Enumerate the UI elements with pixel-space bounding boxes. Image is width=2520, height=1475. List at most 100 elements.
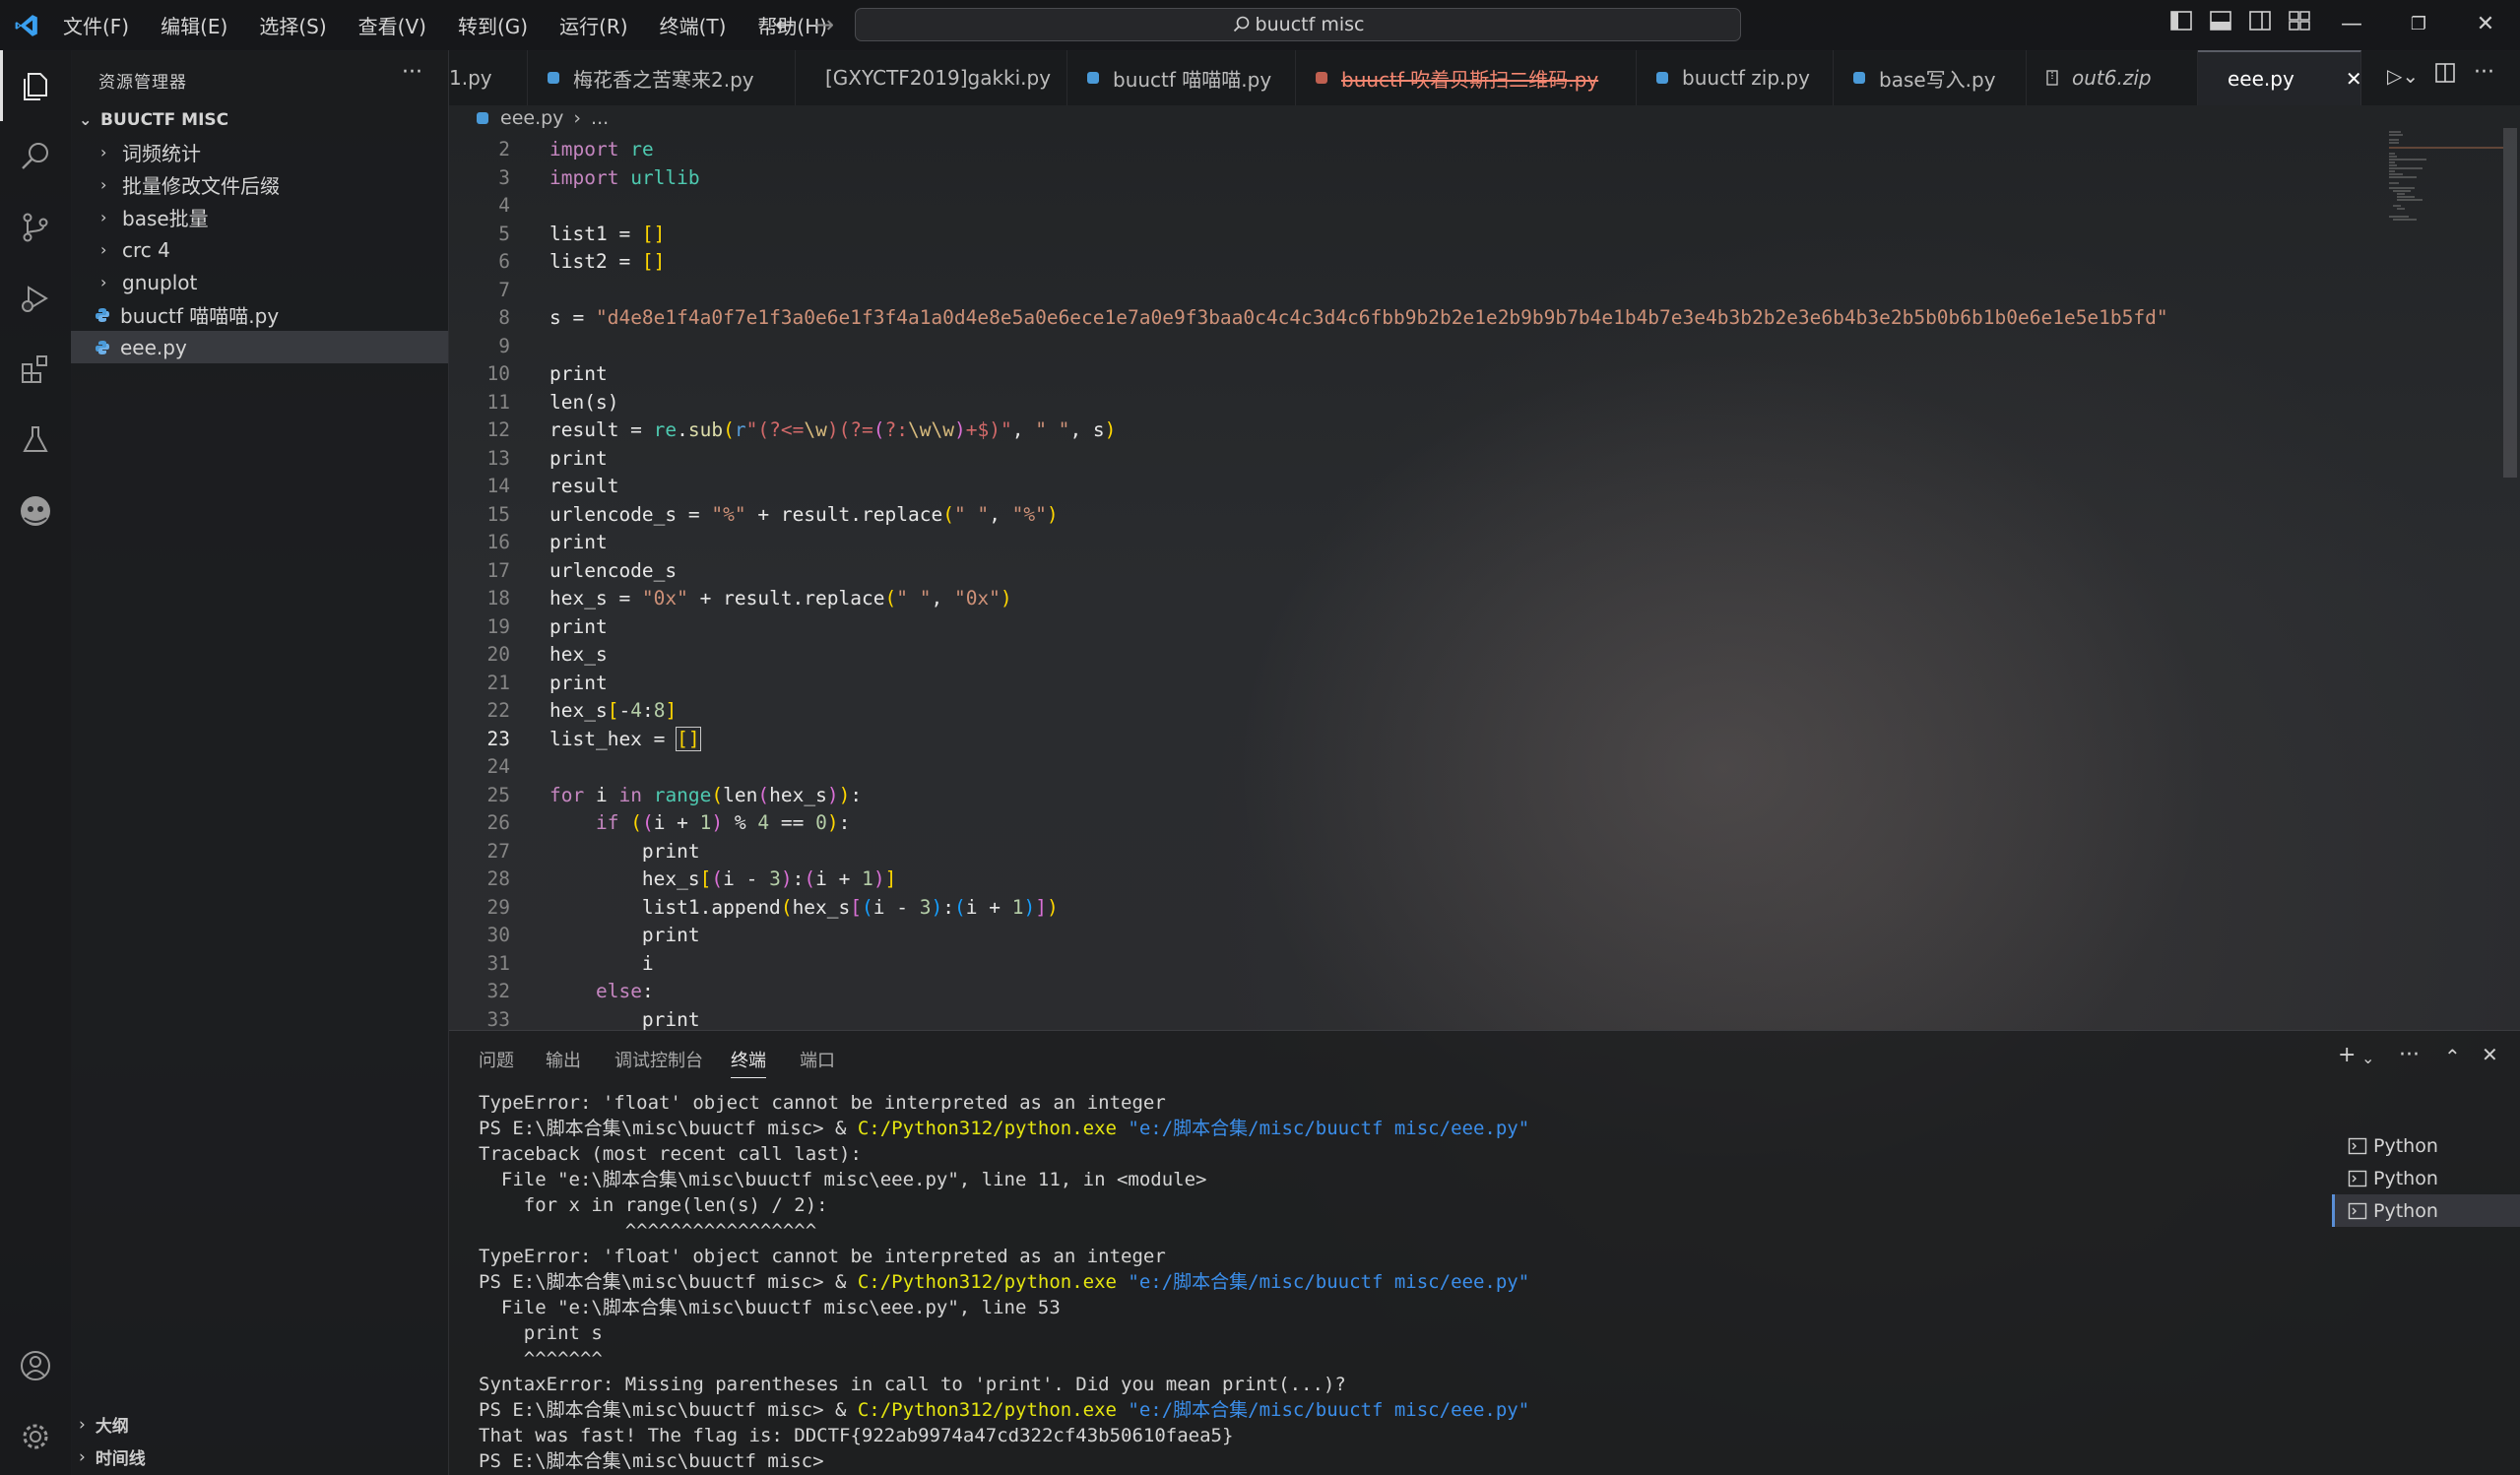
more-editor-actions-icon[interactable]: ··· bbox=[2474, 60, 2494, 85]
terminal-instance[interactable]: Python bbox=[2332, 1129, 2520, 1162]
close-panel-icon[interactable]: ✕ bbox=[2482, 1043, 2498, 1066]
toggle-primary-sidebar-icon[interactable] bbox=[2164, 10, 2199, 39]
tree-item-file-selected[interactable]: eee.py bbox=[71, 331, 448, 363]
panel-tab-terminal[interactable]: 终端 bbox=[731, 1047, 766, 1078]
command-center-search[interactable]: buuctf misc bbox=[855, 8, 1741, 41]
tab-eee-active[interactable]: eee.py ✕ bbox=[2198, 50, 2362, 105]
tab-gakki[interactable]: [GXYCTF2019]gakki.py bbox=[796, 50, 1067, 105]
more-actions-icon[interactable]: ··· bbox=[402, 60, 422, 85]
line-number: 13 bbox=[486, 446, 510, 470]
source-control-icon[interactable] bbox=[0, 192, 71, 263]
timeline-section[interactable]: › 时间线 bbox=[71, 1441, 456, 1473]
terminal-icon bbox=[2348, 1170, 2367, 1186]
line-number: 10 bbox=[486, 362, 510, 385]
maximize-panel-icon[interactable]: ⌃ bbox=[2444, 1045, 2461, 1068]
panel-tab-debug-console[interactable]: 调试控制台 bbox=[614, 1047, 703, 1072]
tree-item-folder[interactable]: › gnuplot bbox=[71, 266, 448, 298]
new-terminal-icon[interactable]: + bbox=[2338, 1043, 2356, 1067]
line-number: 19 bbox=[486, 614, 510, 638]
terminal-command-line: PS E:\脚本合集\misc\buuctf misc> & C:/Python… bbox=[479, 1118, 1530, 1139]
terminal-line: TypeError: 'float' object cannot be inte… bbox=[479, 1092, 1166, 1114]
back-arrow-icon[interactable]: ← bbox=[770, 10, 800, 39]
breadcrumb-symbol[interactable]: ... bbox=[591, 107, 609, 129]
menu-run[interactable]: 运行(R) bbox=[544, 11, 644, 39]
code-line: 28 hex_s[(i - 3):(i + 1)] bbox=[449, 866, 2497, 894]
toggle-panel-icon[interactable] bbox=[2203, 10, 2238, 39]
line-number: 16 bbox=[486, 531, 510, 553]
terminal-flag-line: That was fast! The flag is: DDCTF{922ab9… bbox=[479, 1425, 1234, 1446]
tree-item-folder[interactable]: › base批量 bbox=[71, 201, 448, 233]
line-number: 32 bbox=[486, 980, 510, 1002]
line-number: 17 bbox=[486, 558, 510, 582]
tab-label: 1.py bbox=[449, 66, 492, 90]
tab-qrcode-deleted[interactable]: buuctf 吹着贝斯扫二维码.py bbox=[1296, 50, 1637, 105]
chevron-right-icon: › bbox=[100, 143, 107, 161]
terminal-command-line: PS E:\脚本合集\misc\buuctf misc> & C:/Python… bbox=[479, 1271, 1530, 1293]
tab-meow[interactable]: buuctf 喵喵喵.py bbox=[1067, 50, 1296, 105]
code-line: 18 hex_s = "0x" + result.replace(" ", "0x… bbox=[449, 585, 2497, 613]
toggle-secondary-sidebar-icon[interactable] bbox=[2242, 10, 2278, 39]
tree-item-file[interactable]: buuctf 喵喵喵.py bbox=[71, 298, 448, 331]
testing-flask-icon[interactable] bbox=[0, 405, 71, 476]
code-line: 2 import re bbox=[449, 136, 2497, 164]
extensions-icon[interactable] bbox=[0, 334, 71, 405]
menu-terminal[interactable]: 终端(T) bbox=[644, 11, 743, 39]
tree-item-label: gnuplot bbox=[122, 270, 198, 294]
menu-edit[interactable]: 编辑(E) bbox=[145, 11, 243, 39]
run-python-file-icon[interactable]: ▷⌄ bbox=[2387, 64, 2419, 88]
menu-selection[interactable]: 选择(S) bbox=[243, 11, 342, 39]
tree-item-folder[interactable]: › 批量修改文件后缀 bbox=[71, 168, 448, 201]
settings-gear-icon[interactable] bbox=[0, 1401, 71, 1472]
panel-more-icon[interactable]: ··· bbox=[2399, 1043, 2420, 1067]
tab-base-write[interactable]: base写入.py bbox=[1834, 50, 2027, 105]
line-number: 7 bbox=[498, 278, 510, 301]
minimap[interactable] bbox=[2387, 128, 2505, 246]
panel-tab-ports[interactable]: 端口 bbox=[800, 1047, 835, 1072]
run-debug-icon[interactable] bbox=[0, 263, 71, 334]
terminal-dropdown-icon[interactable]: ⌄ bbox=[2361, 1049, 2374, 1067]
terminal-line: print s bbox=[479, 1322, 603, 1344]
tree-item-folder[interactable]: › 词频统计 bbox=[71, 136, 448, 168]
explorer-icon[interactable] bbox=[0, 50, 71, 121]
tab-out6-zip[interactable]: out6.zip bbox=[2027, 50, 2198, 105]
line-number: 28 bbox=[486, 867, 510, 890]
forward-arrow-icon[interactable]: → bbox=[809, 10, 839, 39]
restore-icon[interactable]: ❐ bbox=[2401, 10, 2436, 39]
tab-label: buuctf zip.py bbox=[1682, 66, 1810, 90]
breadcrumb-file[interactable]: eee.py bbox=[500, 107, 563, 129]
chevron-right-icon: › bbox=[79, 1414, 86, 1435]
line-number: 12 bbox=[486, 418, 510, 441]
panel-tab-problems[interactable]: 问题 bbox=[479, 1047, 514, 1072]
tree-item-folder[interactable]: › crc 4 bbox=[71, 233, 448, 266]
customize-layout-icon[interactable] bbox=[2282, 10, 2317, 39]
line-number: 9 bbox=[498, 334, 510, 357]
outline-section[interactable]: › 大纲 bbox=[71, 1408, 456, 1441]
search-view-icon[interactable] bbox=[0, 121, 71, 192]
split-editor-icon[interactable] bbox=[2434, 62, 2456, 88]
panel-tab-output[interactable]: 输出 bbox=[546, 1047, 581, 1072]
minimize-icon[interactable]: — bbox=[2334, 10, 2369, 39]
tab-label: out6.zip bbox=[2072, 66, 2152, 90]
chevron-right-icon: › bbox=[100, 240, 107, 259]
line-number: 14 bbox=[486, 475, 510, 497]
menu-go[interactable]: 转到(G) bbox=[442, 11, 544, 39]
terminal-instance[interactable]: Python bbox=[2332, 1162, 2520, 1194]
line-number: 27 bbox=[486, 839, 510, 863]
tree-item-label: 词频统计 bbox=[122, 142, 201, 165]
menu-file[interactable]: 文件(F) bbox=[47, 11, 145, 39]
tab-zip[interactable]: buuctf zip.py bbox=[1637, 50, 1834, 105]
tree-item-label: base批量 bbox=[122, 207, 209, 230]
close-window-icon[interactable]: ✕ bbox=[2468, 10, 2503, 39]
accounts-icon[interactable] bbox=[0, 1330, 71, 1401]
editor-scrollbar[interactable] bbox=[2503, 128, 2517, 478]
close-tab-icon[interactable]: ✕ bbox=[2346, 67, 2362, 91]
workspace-folder[interactable]: ⌄ BUUCTF MISC bbox=[71, 103, 448, 136]
code-editor[interactable]: 2 import re 3 import urllib 4 5 list1 = [] … bbox=[449, 136, 2497, 1030]
remote-explorer-icon[interactable] bbox=[0, 476, 71, 546]
tab-plum-blossom[interactable]: 梅花香之苦寒来2.py bbox=[528, 50, 796, 105]
menu-view[interactable]: 查看(V) bbox=[343, 11, 442, 39]
code-line: 31 i bbox=[449, 950, 2497, 979]
tab-1py[interactable]: 1.py bbox=[449, 50, 528, 105]
code-line: 13 print bbox=[449, 445, 2497, 474]
terminal-instance-active[interactable]: Python bbox=[2332, 1194, 2520, 1227]
